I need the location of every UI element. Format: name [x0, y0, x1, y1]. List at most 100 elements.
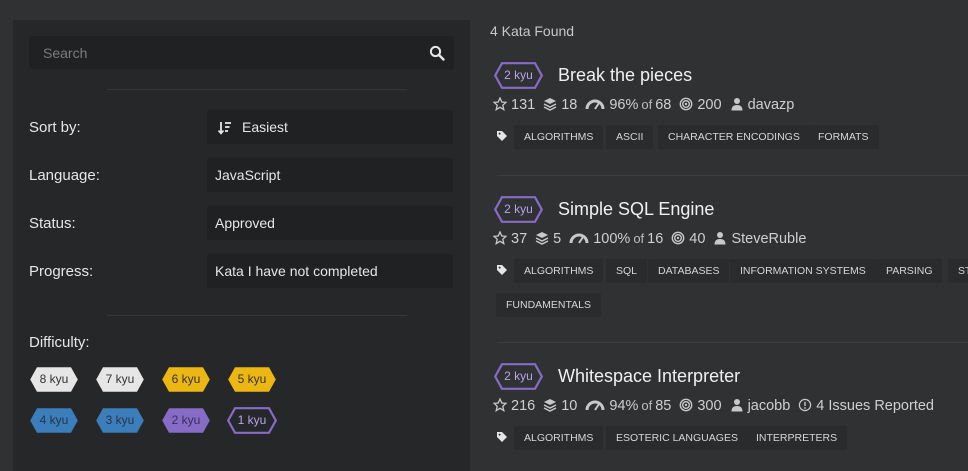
tag-icon	[497, 265, 507, 275]
divider	[107, 89, 407, 90]
stars-stat: 216	[493, 398, 535, 414]
sort-by-label: Sort by:	[29, 119, 81, 136]
tag-algorithms[interactable]: ALGORITHMS	[514, 426, 604, 450]
tag-character-encodings[interactable]: CHARACTER ENCODINGS	[658, 125, 810, 149]
tag-databases[interactable]: DATABASES	[648, 259, 730, 283]
tag-fundamentals[interactable]: FUNDAMENTALS	[496, 293, 601, 317]
collections-count: 5	[553, 231, 562, 248]
progress-select[interactable]: Kata I have not completed	[207, 254, 453, 288]
status-select[interactable]: Approved	[207, 206, 453, 240]
completions-stat: 300	[679, 398, 722, 415]
difficulty-filter-3-kyu[interactable]: 3 kyu	[95, 407, 145, 434]
tag-interpreters[interactable]: INTERPRETERS	[746, 426, 848, 450]
stars-count: 131	[511, 97, 536, 114]
stars-stat: 131	[493, 97, 535, 113]
progress-label: Progress:	[29, 263, 94, 280]
kata-title-link[interactable]: Simple SQL Engine	[558, 199, 714, 220]
kata-title-link[interactable]: Whitespace Interpreter	[558, 366, 740, 387]
completions-count: 200	[697, 97, 722, 114]
difficulty-badge-label: 3 kyu	[105, 413, 135, 427]
tag-formats[interactable]: FORMATS	[808, 125, 879, 149]
satisfaction-percent: 94%	[609, 398, 639, 415]
difficulty-badge-label: 1 kyu	[237, 413, 267, 427]
satisfaction-stat: 94% of 85	[585, 398, 671, 414]
author-stat[interactable]: SteveRuble	[713, 231, 806, 247]
difficulty-badge-label: 2 kyu	[171, 413, 201, 427]
issue-icon	[799, 398, 812, 412]
stars-count: 216	[511, 398, 536, 415]
kata-rank-badge: 2 kyu	[494, 363, 543, 390]
kata-divider	[497, 175, 968, 176]
difficulty-filter-6-kyu[interactable]: 6 kyu	[161, 366, 211, 393]
star-icon	[493, 398, 507, 413]
author-name: davazp	[747, 97, 795, 114]
gauge-icon	[585, 99, 605, 110]
collection-icon	[543, 399, 557, 413]
tag-information-systems[interactable]: INFORMATION SYSTEMS	[730, 259, 876, 283]
completions-icon	[679, 97, 693, 111]
tag-algorithms[interactable]: ALGORITHMS	[514, 259, 604, 283]
difficulty-filter-8-kyu[interactable]: 8 kyu	[29, 366, 79, 393]
kata-card: 2 kyu Whitespace Interpreter 216 10 94% of 85 3…	[490, 363, 968, 471]
difficulty-badge-label: 8 kyu	[39, 372, 69, 386]
search-icon[interactable]	[429, 45, 445, 61]
collections-stat: 10	[543, 398, 577, 414]
votes-count: 16	[647, 231, 664, 248]
stars-count: 37	[511, 231, 528, 248]
stars-stat: 37	[493, 231, 527, 247]
tag-icon	[497, 432, 507, 442]
satisfaction-stat: 100% of 16	[569, 231, 663, 247]
kata-card: 2 kyu Break the pieces 131 18 96% of 68 200 dava…	[490, 62, 968, 172]
difficulty-filter-4-kyu[interactable]: 4 kyu	[29, 407, 79, 434]
sort-icon	[218, 122, 231, 136]
tag-sql[interactable]: SQL	[606, 259, 648, 283]
author-icon	[731, 399, 743, 412]
tag-ascii[interactable]: ASCII	[606, 125, 654, 149]
satisfaction-percent: 96%	[609, 97, 639, 114]
kata-stats: 131 18 96% of 68 200 davazp	[493, 97, 802, 113]
author-stat[interactable]: davazp	[730, 97, 795, 114]
difficulty-badge-label: 4 kyu	[39, 413, 69, 427]
star-icon	[493, 97, 507, 112]
completions-count: 300	[697, 398, 722, 415]
satisfaction-percent: 100%	[593, 231, 631, 248]
filter-sidebar: Sort by: Easiest Language: JavaScript St…	[13, 20, 470, 471]
difficulty-filter-5-kyu[interactable]: 5 kyu	[227, 366, 277, 393]
kata-card: 2 kyu Simple SQL Engine 37 5 100% of 16 40 Steve…	[490, 196, 968, 317]
author-icon	[731, 98, 743, 111]
sort-by-select[interactable]: Easiest	[207, 110, 453, 144]
tag-icon	[497, 131, 507, 141]
search-input[interactable]	[29, 36, 419, 69]
of-label: of	[641, 97, 653, 113]
kata-title-link[interactable]: Break the pieces	[558, 65, 692, 86]
gauge-icon	[569, 233, 589, 244]
sort-by-value: Easiest	[242, 119, 288, 135]
completions-stat: 40	[671, 231, 705, 247]
kata-stats: 37 5 100% of 16 40 SteveRuble	[493, 231, 814, 247]
author-name: jacobb	[747, 398, 791, 415]
difficulty-filter-2-kyu[interactable]: 2 kyu	[161, 407, 211, 434]
kata-rank-label: 2 kyu	[504, 202, 533, 216]
divider	[107, 315, 407, 316]
author-stat[interactable]: jacobb	[730, 398, 791, 415]
difficulty-filter-1-kyu[interactable]: 1 kyu	[227, 407, 277, 434]
collections-count: 18	[561, 97, 578, 114]
difficulty-filter-7-kyu[interactable]: 7 kyu	[95, 366, 145, 393]
tag-algorithms[interactable]: ALGORITHMS	[514, 125, 604, 149]
collection-icon	[543, 98, 557, 112]
collections-count: 10	[561, 398, 578, 415]
collection-icon	[535, 232, 549, 246]
results-count: 4 Kata Found	[490, 23, 575, 39]
votes-count: 68	[655, 97, 672, 114]
tag-parsing[interactable]: PARSING	[876, 259, 943, 283]
difficulty-badge-label: 5 kyu	[237, 372, 267, 386]
votes-count: 85	[655, 398, 672, 415]
language-label: Language:	[29, 167, 100, 184]
language-select[interactable]: JavaScript	[207, 158, 453, 192]
collections-stat: 18	[543, 97, 577, 113]
star-icon	[493, 231, 507, 246]
tag-stri[interactable]: STRI	[948, 259, 968, 283]
issues-text: 4 Issues Reported	[816, 398, 934, 415]
satisfaction-stat: 96% of 68	[585, 97, 671, 113]
tag-esoteric-languages[interactable]: ESOTERIC LANGUAGES	[606, 426, 748, 450]
